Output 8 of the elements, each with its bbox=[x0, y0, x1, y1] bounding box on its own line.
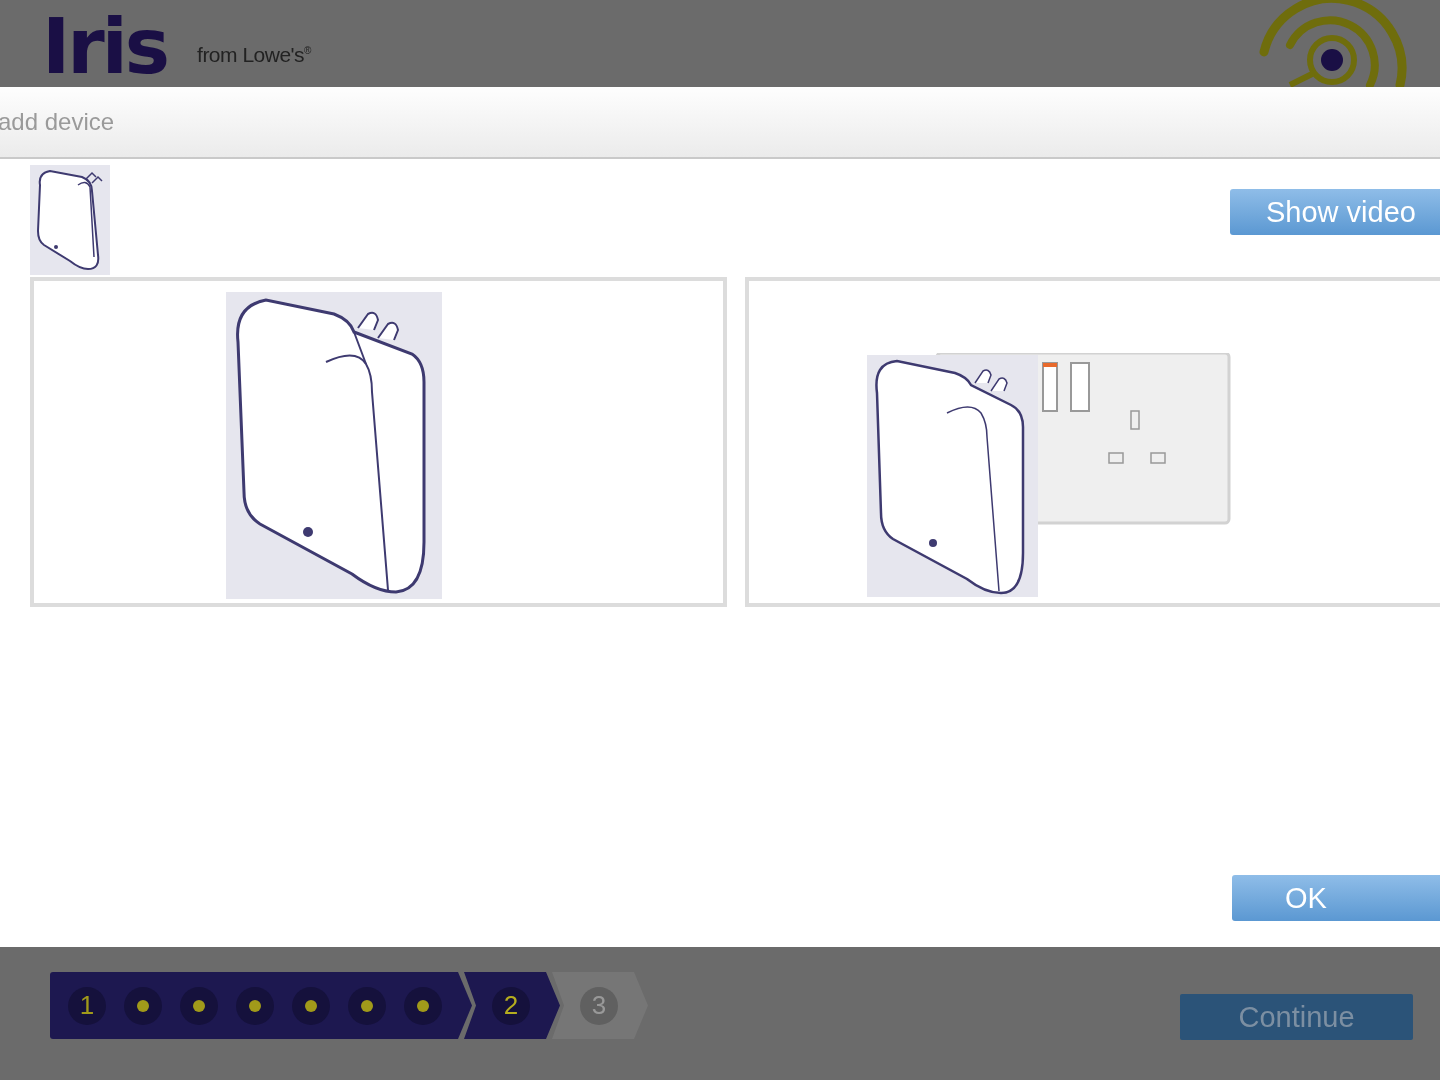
device-thumbnail-icon bbox=[30, 165, 110, 275]
logo-wordmark: Iris bbox=[42, 9, 168, 85]
step-number: 2 bbox=[492, 986, 530, 1025]
tagline: from Lowe's$^{®}$ bbox=[197, 43, 311, 67]
step-number: 1 bbox=[68, 986, 106, 1025]
ok-button[interactable]: OK bbox=[1232, 875, 1440, 921]
step-number: 3 bbox=[580, 986, 618, 1025]
show-video-button[interactable]: Show video bbox=[1230, 189, 1440, 235]
